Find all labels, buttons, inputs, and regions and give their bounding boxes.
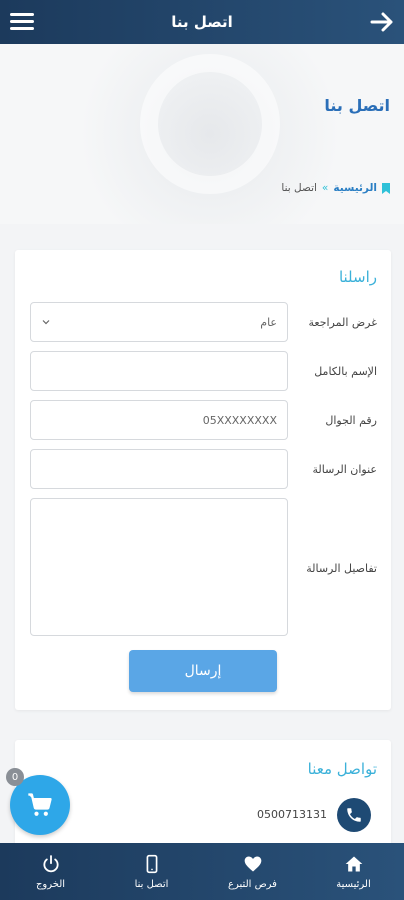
nav-logout-label: الخروج <box>35 878 66 890</box>
contact-title: تواصل معنا <box>307 760 377 778</box>
details-textarea[interactable] <box>30 498 288 636</box>
phone-input[interactable]: 05XXXXXXXX <box>30 400 288 440</box>
nav-home-label: الرئيسية <box>336 878 371 890</box>
home-icon <box>345 856 362 871</box>
contact-info-card: تواصل معنا 0500713131 <box>15 740 391 850</box>
details-label: تفاصيل الرسالة <box>306 562 377 575</box>
back-arrow-icon[interactable] <box>368 8 396 36</box>
cart-count-badge: 0 <box>6 768 24 786</box>
nav-contact[interactable]: اتصل بنا <box>101 843 202 900</box>
full-name-input[interactable] <box>30 351 288 391</box>
header-title: اتصل بنا <box>171 13 233 31</box>
breadcrumb: الرئيسية » اتصل بنا <box>281 182 390 194</box>
heart-icon <box>244 856 261 871</box>
chevron-down-icon <box>42 320 50 325</box>
purpose-selected-value: عام <box>260 315 277 329</box>
purpose-label: غرض المراجعة <box>308 316 377 329</box>
hero-banner <box>0 44 404 224</box>
breadcrumb-home-link[interactable]: الرئيسية <box>333 182 377 194</box>
cart-icon <box>28 793 52 816</box>
name-label: الإسم بالكامل <box>314 365 377 378</box>
nav-donation[interactable]: فرص التبرع <box>202 843 303 900</box>
page-title: اتصل بنا <box>324 96 390 115</box>
nav-logout[interactable]: الخروج <box>0 843 101 900</box>
breadcrumb-separator: » <box>321 182 329 194</box>
power-icon <box>42 854 59 872</box>
submit-button[interactable]: إرسال <box>129 650 277 692</box>
mobile-icon <box>146 854 157 873</box>
breadcrumb-current: اتصل بنا <box>281 182 317 194</box>
subject-input[interactable] <box>30 449 288 489</box>
phone-icon[interactable] <box>337 798 371 832</box>
top-bar: اتصل بنا <box>0 0 404 44</box>
form-title: راسلنا <box>338 268 377 286</box>
phone-label: رقم الجوال <box>325 414 377 427</box>
bookmark-icon <box>382 182 390 194</box>
bottom-nav: الرئيسية فرص التبرع اتصل بنا الخروج <box>0 843 404 900</box>
nav-donation-label: فرص التبرع <box>228 878 277 890</box>
subject-label: عنوان الرسالة <box>312 463 378 476</box>
phone-placeholder: 05XXXXXXXX <box>202 413 277 427</box>
nav-contact-label: اتصل بنا <box>134 878 169 890</box>
contact-form-card: راسلنا غرض المراجعة عام الإسم بالكامل رق… <box>15 250 391 710</box>
watermark-logo <box>140 54 280 194</box>
hamburger-menu-icon[interactable] <box>10 10 34 32</box>
nav-home[interactable]: الرئيسية <box>303 843 404 900</box>
contact-phone-number[interactable]: 0500713131 <box>257 808 327 821</box>
purpose-select[interactable]: عام <box>30 302 288 342</box>
